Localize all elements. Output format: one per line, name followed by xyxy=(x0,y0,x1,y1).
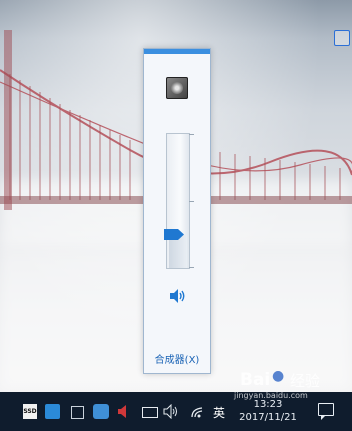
square-app-icon[interactable] xyxy=(71,406,84,419)
clock[interactable]: 13:23 2017/11/21 xyxy=(232,398,304,424)
clock-date: 2017/11/21 xyxy=(239,412,297,423)
flyout-accent-bar xyxy=(144,49,210,54)
taskbar: SSD 英 13:23 2017/11/21 xyxy=(0,392,352,431)
red-speaker-app-icon[interactable] xyxy=(117,404,131,419)
cloud-app-icon[interactable] xyxy=(93,404,109,419)
slider-tick xyxy=(189,201,194,202)
volume-flyout: 合成器(X) xyxy=(143,48,211,374)
volume-icon[interactable] xyxy=(163,404,179,419)
volume-slider[interactable] xyxy=(164,133,194,269)
language-indicator[interactable]: 英 xyxy=(213,404,225,421)
battery-icon[interactable] xyxy=(142,407,158,418)
speaker-volume-icon[interactable] xyxy=(169,288,187,304)
wifi-icon[interactable] xyxy=(190,404,206,419)
clock-time: 13:23 xyxy=(253,399,283,410)
speaker-device-icon[interactable] xyxy=(166,77,188,99)
mixer-link[interactable]: 合成器(X) xyxy=(144,351,210,366)
slider-tick xyxy=(189,134,194,135)
wave-app-icon[interactable] xyxy=(45,404,60,419)
slider-tick xyxy=(189,267,194,268)
action-center-icon[interactable] xyxy=(318,403,334,420)
ssd-icon[interactable]: SSD xyxy=(23,404,37,419)
top-corner-button[interactable] xyxy=(334,30,350,46)
